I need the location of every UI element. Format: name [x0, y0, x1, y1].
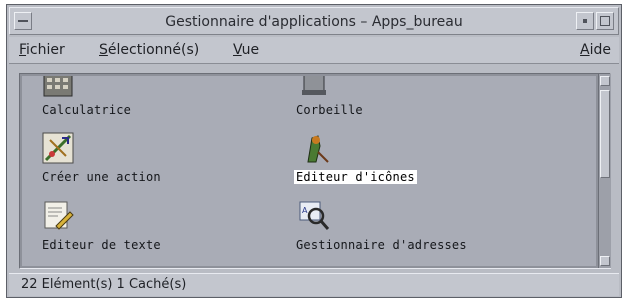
icon-view: Calculatrice Corbeille Créer une action …	[22, 76, 596, 266]
calculator-icon	[43, 76, 73, 97]
minimize-button[interactable]	[576, 12, 594, 30]
icon-editor-icon	[307, 135, 329, 163]
scroll-thumb[interactable]	[600, 90, 610, 178]
create-action-icon	[42, 132, 74, 164]
icon-item-calculatrice[interactable]: Calculatrice	[34, 76, 154, 117]
title-bar[interactable]: Gestionnaire d'applications – Apps_burea…	[9, 7, 619, 35]
app-manager-window: Gestionnaire d'applications – Apps_burea…	[6, 4, 622, 298]
trash-icon	[302, 76, 326, 95]
menu-vue[interactable]: Vue	[233, 42, 259, 58]
status-bar: 22 Elément(s) 1 Caché(s)	[9, 273, 619, 296]
icon-item-creer-action[interactable]: Créer une action	[34, 132, 194, 188]
text-editor-icon	[44, 201, 74, 230]
status-text: 22 Elément(s) 1 Caché(s)	[21, 277, 187, 292]
icon-item-editeur-icones[interactable]: Editeur d'icônes	[284, 132, 444, 188]
minimize-icon	[583, 19, 587, 23]
icon-item-gestionnaire-adresses[interactable]: A Gestionnaire d'adresses	[284, 200, 504, 256]
vertical-scrollbar[interactable]	[598, 74, 611, 268]
svg-text:A: A	[302, 206, 308, 215]
maximize-icon	[600, 16, 610, 26]
icon-item-editeur-texte[interactable]: Editeur de texte	[34, 200, 194, 256]
menu-selectionnes[interactable]: Sélectionné(s)	[99, 42, 199, 58]
menu-fichier[interactable]: Fichier	[19, 42, 65, 58]
icon-item-corbeille[interactable]: Corbeille	[284, 76, 424, 117]
menu-bar: Fichier Sélectionné(s) Vue Aide	[9, 37, 619, 64]
icon-view-frame: Calculatrice Corbeille Créer une action …	[19, 73, 611, 269]
address-manager-icon: A	[299, 201, 330, 230]
maximize-button[interactable]	[596, 12, 614, 30]
scroll-down-arrow-icon[interactable]	[600, 256, 610, 266]
window-title: Gestionnaire d'applications – Apps_burea…	[165, 14, 463, 30]
menu-aide[interactable]: Aide	[580, 42, 611, 58]
scroll-up-arrow-icon[interactable]	[600, 76, 610, 86]
